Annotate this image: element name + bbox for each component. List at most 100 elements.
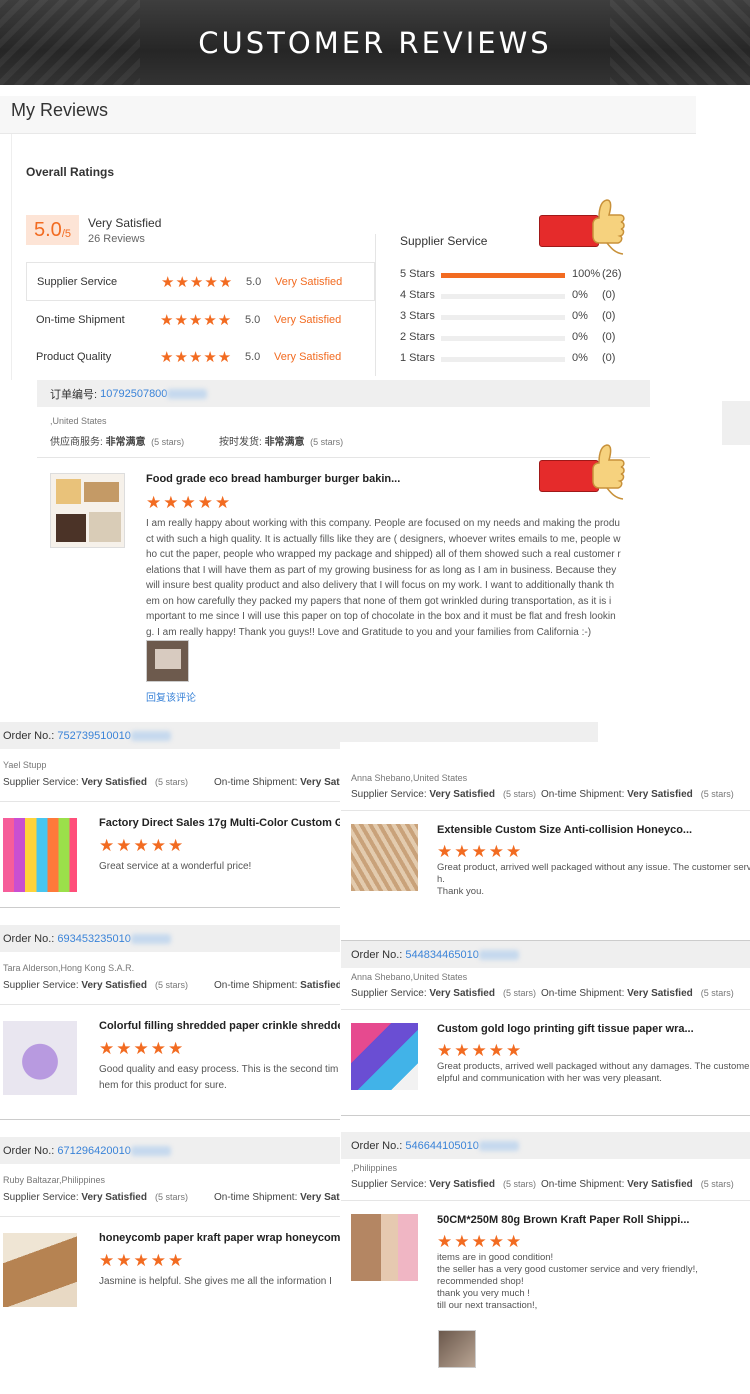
reviewer-location: Tara Alderson,Hong Kong S.A.R. <box>3 963 135 973</box>
star-rating: ★★★★★ <box>160 349 233 366</box>
star-level-label: 1 Stars <box>400 352 435 364</box>
order-header: Order No.: 546644105010 <box>341 1132 750 1159</box>
review-stars: ★★★★★ <box>146 493 233 512</box>
product-image[interactable] <box>351 824 418 891</box>
divider <box>375 234 376 376</box>
review-stars: ★★★★★ <box>437 1232 524 1251</box>
star-level-label: 3 Stars <box>400 310 435 322</box>
rating-score: 5.0 <box>245 314 261 326</box>
shipment-rating: 按时发货: 非常满意 (5 stars) <box>219 433 343 448</box>
distribution-bar <box>441 315 565 320</box>
supplier-service-rating: Supplier Service: Very Satisfied (5 stars… <box>351 988 536 999</box>
order-number-link[interactable]: 544834465010 <box>405 949 478 961</box>
supplier-service-rating: Supplier Service: Very Satisfied (5 stars… <box>3 980 188 991</box>
order-number-link[interactable]: 546644105010 <box>405 1140 478 1152</box>
product-image[interactable] <box>351 1023 418 1090</box>
redacted-mask <box>130 730 171 741</box>
stars-text: (5 stars) <box>154 777 188 787</box>
order-number-link[interactable]: 752739510010 <box>57 730 130 742</box>
divider <box>0 1004 340 1005</box>
stars-text: (5 stars) <box>154 1192 188 1202</box>
distribution-count: (0) <box>602 310 616 322</box>
value: Very Satisfied <box>627 988 693 999</box>
rating-word: Very Satisfied <box>275 275 343 288</box>
review-text-line: Great product, arrived well packaged wit… <box>437 862 750 873</box>
rating-row-supplier: Supplier Service ★★★★★ 5.0 Very Satisfie… <box>26 263 375 301</box>
product-image[interactable] <box>50 473 125 548</box>
reviewer-location: ,Philippines <box>351 1163 398 1173</box>
divider <box>341 1115 750 1116</box>
review-photo[interactable] <box>438 1330 476 1368</box>
label: On-time Shipment: <box>541 789 628 800</box>
review-text: I am really happy about working with thi… <box>146 516 636 640</box>
review-text-line: I am really happy about working with thi… <box>146 518 620 529</box>
product-image[interactable] <box>3 818 77 892</box>
order-number-link[interactable]: 693453235010 <box>57 933 130 945</box>
order-label: Order No.: <box>3 729 55 742</box>
review-text-line: h. <box>437 874 445 885</box>
label: On-time Shipment: <box>214 980 301 991</box>
side-strip <box>722 401 750 445</box>
product-image[interactable] <box>3 1021 77 1095</box>
product-image[interactable] <box>3 1233 77 1307</box>
label: 供应商服务: <box>50 437 103 448</box>
stars-text: (5 stars) <box>154 980 188 990</box>
label: Supplier Service: <box>351 988 430 999</box>
review-text-line: Good quality and easy process. This is t… <box>99 1064 339 1075</box>
divider <box>341 940 750 941</box>
review-text-line: will insure best quality product and als… <box>146 580 615 591</box>
review-text-line: the seller has a very good customer serv… <box>437 1264 698 1275</box>
product-title[interactable]: 50CM*250M 80g Brown Kraft Paper Roll Shi… <box>437 1214 689 1226</box>
review-photo[interactable] <box>146 640 189 682</box>
product-title[interactable]: Custom gold logo printing gift tissue pa… <box>437 1023 694 1035</box>
value: Very Satisfied <box>429 988 495 999</box>
reviewer-location: Yael Stupp <box>3 760 47 770</box>
distribution-bar-fill <box>441 273 565 278</box>
reviewer-location: Ruby Baltazar,Philippines <box>3 1175 106 1185</box>
product-title[interactable]: honeycomb paper kraft paper wrap honeyco… <box>99 1232 340 1244</box>
rating-label: Supplier Service <box>37 275 118 288</box>
product-image[interactable] <box>351 1214 418 1281</box>
rating-row-quality: Product Quality ★★★★★ 5.0 Very Satisfied <box>26 338 375 376</box>
rating-score: 5.0 <box>245 351 261 363</box>
order-number-link[interactable]: 671296420010 <box>57 1145 130 1157</box>
product-title[interactable]: Extensible Custom Size Anti-collision Ho… <box>437 824 692 836</box>
review-text-line: hem for this product for sure. <box>99 1079 227 1091</box>
divider <box>0 907 340 908</box>
divider <box>0 801 340 802</box>
distribution-percent: 0% <box>572 331 588 343</box>
order-label: Order No.: <box>351 948 403 961</box>
review-text-line: elations that I will have them as part o… <box>146 564 617 576</box>
divider <box>341 1200 750 1201</box>
product-title[interactable]: Factory Direct Sales 17g Multi-Color Cus… <box>99 817 340 829</box>
label: On-time Shipment: <box>541 988 628 999</box>
redacted-mask <box>167 388 208 399</box>
label: On-time Shipment: <box>541 1179 628 1190</box>
supplier-service-rating: 供应商服务: 非常满意 (5 stars) <box>50 433 184 448</box>
redacted-mask <box>130 933 171 944</box>
label: Supplier Service: <box>351 1179 430 1190</box>
review-text-line: recommended shop! <box>437 1276 524 1287</box>
review-text-line: till our next transaction!, <box>437 1300 538 1311</box>
distribution-bar <box>441 357 565 362</box>
product-title[interactable]: Food grade eco bread hamburger burger ba… <box>146 473 400 485</box>
reply-link[interactable]: 回复该评论 <box>146 689 196 704</box>
label: Supplier Service: <box>351 789 430 800</box>
review-stars: ★★★★★ <box>437 1041 524 1060</box>
value: Very Satisfied <box>627 789 693 800</box>
supplier-service-rating: Supplier Service: Very Satisfied (5 stars… <box>351 789 536 800</box>
shipment-rating: On-time Shipment: Very Satisfied (5 stars… <box>541 1179 734 1190</box>
value: Very Sat <box>300 1192 340 1203</box>
supplier-service-rating: Supplier Service: Very Satisfied (5 stars… <box>3 777 188 788</box>
product-title[interactable]: Colorful filling shredded paper crinkle … <box>99 1020 340 1032</box>
distribution-row: 1 Stars 0% (0) <box>400 352 650 366</box>
value: Very Satisfied <box>81 1192 147 1203</box>
value: Very Satisfied <box>627 1179 693 1190</box>
stars-text: (5 stars) <box>502 988 536 998</box>
order-number-link[interactable]: 10792507800 <box>100 388 167 400</box>
distribution-title: Supplier Service <box>400 234 488 248</box>
review-text-line: thank you very much ! <box>437 1288 530 1299</box>
rating-word: Very Satisfied <box>88 216 162 230</box>
distribution-percent: 0% <box>572 352 588 364</box>
review-text-line: ct with such a high quality. It is actua… <box>146 533 621 545</box>
